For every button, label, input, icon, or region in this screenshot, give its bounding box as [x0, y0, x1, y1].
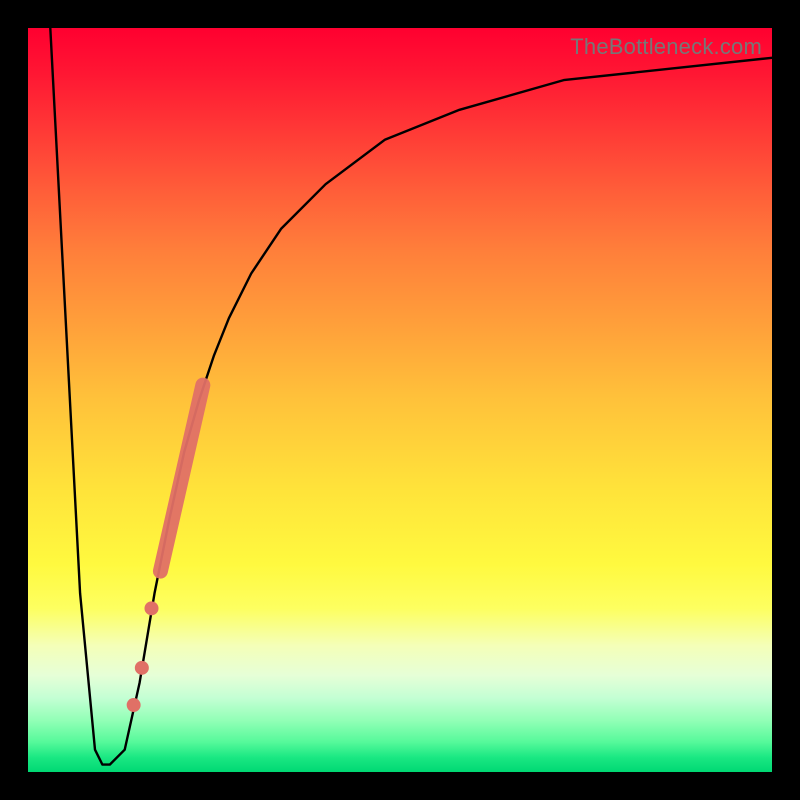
- highlight-dot: [135, 661, 149, 675]
- curve-overlay: [28, 28, 772, 772]
- highlight-dot: [145, 601, 159, 615]
- plot-area: TheBottleneck.com: [28, 28, 772, 772]
- highlight-dots: [127, 601, 159, 712]
- chart-frame: TheBottleneck.com: [0, 0, 800, 800]
- highlight-dot: [127, 698, 141, 712]
- highlight-ribbon: [160, 385, 202, 571]
- bottleneck-curve: [50, 28, 772, 765]
